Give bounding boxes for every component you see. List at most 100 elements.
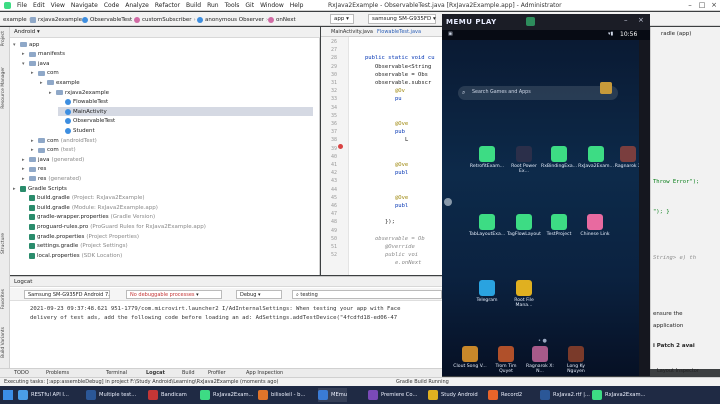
maximize-button[interactable]: □ [696,1,708,10]
tree-item[interactable]: proguard-rules.pro (ProGuard Rules for Rx… [22,222,206,231]
chevron-right-icon[interactable]: ▸ [40,80,45,86]
start-icon[interactable] [3,390,13,400]
update-notification[interactable]: i Patch 2 avai [653,343,695,349]
logcat-process-select[interactable]: No debuggable processes ▾ [126,290,222,299]
android-home-screen[interactable]: Search Games and Apps ⌕ RetrofitExam... R… [442,40,639,376]
chevron-right-icon[interactable]: ▸ [22,157,27,163]
taskbar-item[interactable]: RxJava2.rtf |... [540,388,590,402]
menu-analyze[interactable]: Analyze [125,2,149,9]
tree-item[interactable]: ▸ java (generated) [22,155,84,164]
app-icon[interactable]: Telegram [469,280,505,303]
taskbar-item[interactable]: RxJava2Exam... [592,388,645,402]
resource-manager-tool-tab[interactable]: Resource Manager [1,67,9,109]
tree-item[interactable]: ▾ java [22,59,50,68]
logcat-level-select[interactable]: Debug ▾ [236,290,282,299]
chevron-right-icon[interactable]: ▸ [22,176,27,182]
structure-tool-tab[interactable]: Structure [1,233,9,254]
tree-item[interactable]: gradle-wrapper.properties (Gradle Version… [22,213,155,222]
tab-problems[interactable]: Problems [46,370,69,376]
chevron-right-icon[interactable]: ▸ [31,147,36,153]
tree-item[interactable]: build.gradle (Module: RxJava2Example.app) [22,203,158,212]
tab-app-inspection[interactable]: App Inspection [246,370,283,376]
tab-profiler[interactable]: Profiler [208,370,226,376]
tree-item[interactable]: ▸ res [22,165,46,174]
app-icon[interactable]: Long Ky Nguyen [558,346,594,374]
menu-window[interactable]: Window [260,2,284,9]
logcat-search-input[interactable]: ⌕ testing [292,290,442,299]
project-view-selector[interactable]: Android ▾ [10,27,320,38]
app-icon[interactable]: TagFlowLayout [506,214,542,237]
menu-code[interactable]: Code [104,2,119,9]
edge-handle-icon[interactable] [444,198,452,206]
minimize-icon[interactable]: – [624,16,628,24]
tab-todo[interactable]: TODO [14,370,29,376]
menu-file[interactable]: File [17,2,27,9]
tab-terminal[interactable]: Terminal [106,370,127,376]
tree-item[interactable]: ▸ Gradle Scripts [13,184,67,193]
app-icon[interactable]: Chinese Link [577,214,613,237]
taskbar-item[interactable]: Study Android [428,388,478,402]
tree-item[interactable]: ▸ com (test) [31,146,76,155]
chevron-right-icon[interactable]: ▸ [22,51,27,57]
menu-refactor[interactable]: Refactor [155,2,180,9]
taskbar-item[interactable]: Multiple test... [86,388,136,402]
run-config-select[interactable]: app ▾ [330,14,354,24]
tree-item[interactable]: ObservableTest [58,117,115,126]
tree-item[interactable]: Student [58,126,95,135]
app-icon[interactable]: Trom Tim Quyet [488,346,524,374]
gradle-tab-label[interactable]: radle (app) [661,31,691,37]
build-variants-tool-tab[interactable]: Build Variants [1,327,9,358]
app-icon[interactable]: RetrofitExam... [469,146,505,169]
taskbar-item[interactable]: MEmu [318,388,348,402]
tree-item[interactable]: ▸ manifests [22,50,65,59]
device-select[interactable]: samsung SM-G935FD ▾ [368,14,436,24]
tab-logcat[interactable]: Logcat [146,370,165,376]
taskbar-item[interactable]: Record2 [488,388,522,402]
minimize-button[interactable]: – [684,1,696,10]
tree-item[interactable]: ▾ app [13,40,39,49]
app-icon[interactable]: Clout Song V... [452,346,488,369]
tree-item[interactable]: ▸ res (generated) [22,174,81,183]
tree-item[interactable]: build.gradle (Project: RxJava2Example) [22,194,145,203]
app-icon[interactable]: Root File Mana... [506,280,542,308]
menu-edit[interactable]: Edit [33,2,45,9]
tree-item[interactable]: ▸ com [31,69,59,78]
logcat-device-select[interactable]: Samsung SM-G935FD Android 7. [24,290,110,299]
breadcrumb-anonymous[interactable]: anonymous Observer› [197,15,268,24]
app-icon[interactable]: RxJava2Exam... [578,146,614,169]
favorites-tool-tab[interactable]: Favorites [1,289,9,309]
tree-item[interactable]: ▸ rxjava2example [49,88,109,97]
app-icon[interactable]: Ragnarok X [610,146,639,169]
tree-item[interactable]: local.properties (SDK Location) [22,251,122,260]
close-button[interactable]: × [708,1,720,10]
chevron-down-icon[interactable]: ▾ [13,42,18,48]
breadcrumb-method[interactable]: customSubscriber › [134,15,196,24]
taskbar-item[interactable]: Bandicam [148,388,187,402]
tree-item[interactable]: settings.gradle (Project Settings) [22,242,128,251]
gift-icon[interactable] [600,82,612,94]
menu-tools[interactable]: Tools [225,2,240,9]
tree-item[interactable]: ▸ example [40,78,80,87]
chevron-right-icon[interactable]: ▸ [49,90,54,96]
menu-view[interactable]: View [51,2,65,9]
chevron-down-icon[interactable]: ▾ [22,61,27,67]
chevron-right-icon[interactable]: ▸ [31,70,36,76]
app-icon[interactable]: Ragnarok X: N... [522,346,558,374]
taskbar-item[interactable]: bilisoleil - b... [258,388,305,402]
app-icon[interactable]: TabLayoutExa... [469,214,505,237]
breadcrumb-class[interactable]: ObservableTest› [82,15,136,24]
tab-mainactivity[interactable]: MainActivity.java [331,29,373,35]
menu-git[interactable]: Git [245,2,254,9]
breadcrumb-example[interactable]: example› [3,15,31,24]
tree-item[interactable]: gradle.properties (Project Properties) [22,232,139,241]
app-icon[interactable]: TestProject [541,214,577,237]
taskbar-item[interactable]: Premiere Co... [368,388,417,402]
project-tool-tab[interactable]: Project [1,31,9,46]
app-icon[interactable]: RxBindingExa... [541,146,577,169]
tree-item[interactable]: MainActivity [58,107,313,117]
app-icon[interactable]: Root Power Ex... [506,146,542,174]
tree-item[interactable]: ▸ com (androidTest) [31,136,97,145]
tree-item[interactable]: FlowableTest [58,98,108,107]
menu-run[interactable]: Run [207,2,219,9]
chevron-right-icon[interactable]: ▸ [22,166,27,172]
